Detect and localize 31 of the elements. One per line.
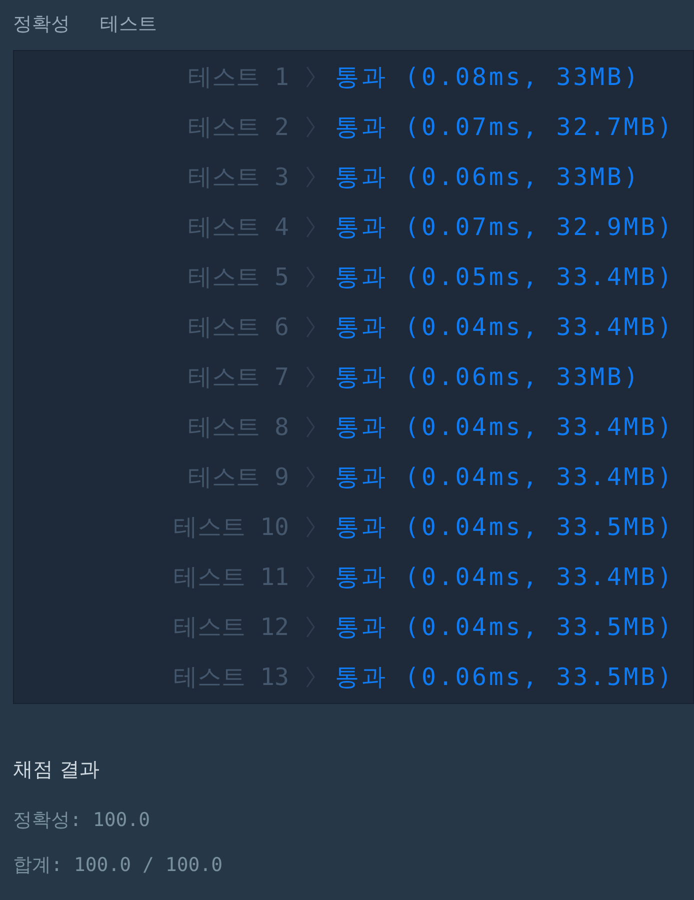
test-result: 통과 (0.06ms, 33MB) xyxy=(335,362,641,393)
test-result: 통과 (0.04ms, 33.4MB) xyxy=(335,462,674,493)
chevron-icon xyxy=(306,116,315,138)
chevron-icon xyxy=(306,366,315,388)
chevron-icon xyxy=(306,166,315,188)
test-result: 통과 (0.04ms, 33.5MB) xyxy=(335,512,674,543)
chevron-icon xyxy=(306,466,315,488)
test-result: 통과 (0.06ms, 33MB) xyxy=(335,162,641,193)
accuracy-score: 정확성: 100.0 xyxy=(13,808,152,833)
test-result: 통과 (0.07ms, 32.9MB) xyxy=(335,212,674,243)
test-result: 통과 (0.05ms, 33.4MB) xyxy=(335,262,674,293)
column-heading: 테스트 xyxy=(100,12,157,37)
test-result: 통과 (0.08ms, 33MB) xyxy=(335,62,641,93)
test-result: 통과 (0.06ms, 33.5MB) xyxy=(335,662,674,693)
test-result: 통과 (0.04ms, 33.4MB) xyxy=(335,412,674,443)
chevron-icon xyxy=(306,416,315,438)
section-title: 채점 결과 xyxy=(13,756,100,783)
test-result: 통과 (0.04ms, 33.4MB) xyxy=(335,562,674,593)
test-result: 통과 (0.04ms, 33.4MB) xyxy=(335,312,674,343)
chevron-icon xyxy=(306,66,315,88)
total-score: 합계: 100.0 / 100.0 xyxy=(13,852,224,878)
chevron-icon xyxy=(306,266,315,288)
chevron-icon xyxy=(306,566,315,588)
test-result: 통과 (0.04ms, 33.5MB) xyxy=(335,612,674,643)
chevron-icon xyxy=(306,216,315,238)
chevron-icon xyxy=(306,666,315,688)
chevron-icon xyxy=(306,316,315,338)
test-result: 통과 (0.07ms, 32.7MB) xyxy=(335,112,674,143)
chevron-icon xyxy=(306,616,315,638)
column-heading: 정확성 xyxy=(13,12,70,37)
chevron-icon xyxy=(306,516,315,538)
